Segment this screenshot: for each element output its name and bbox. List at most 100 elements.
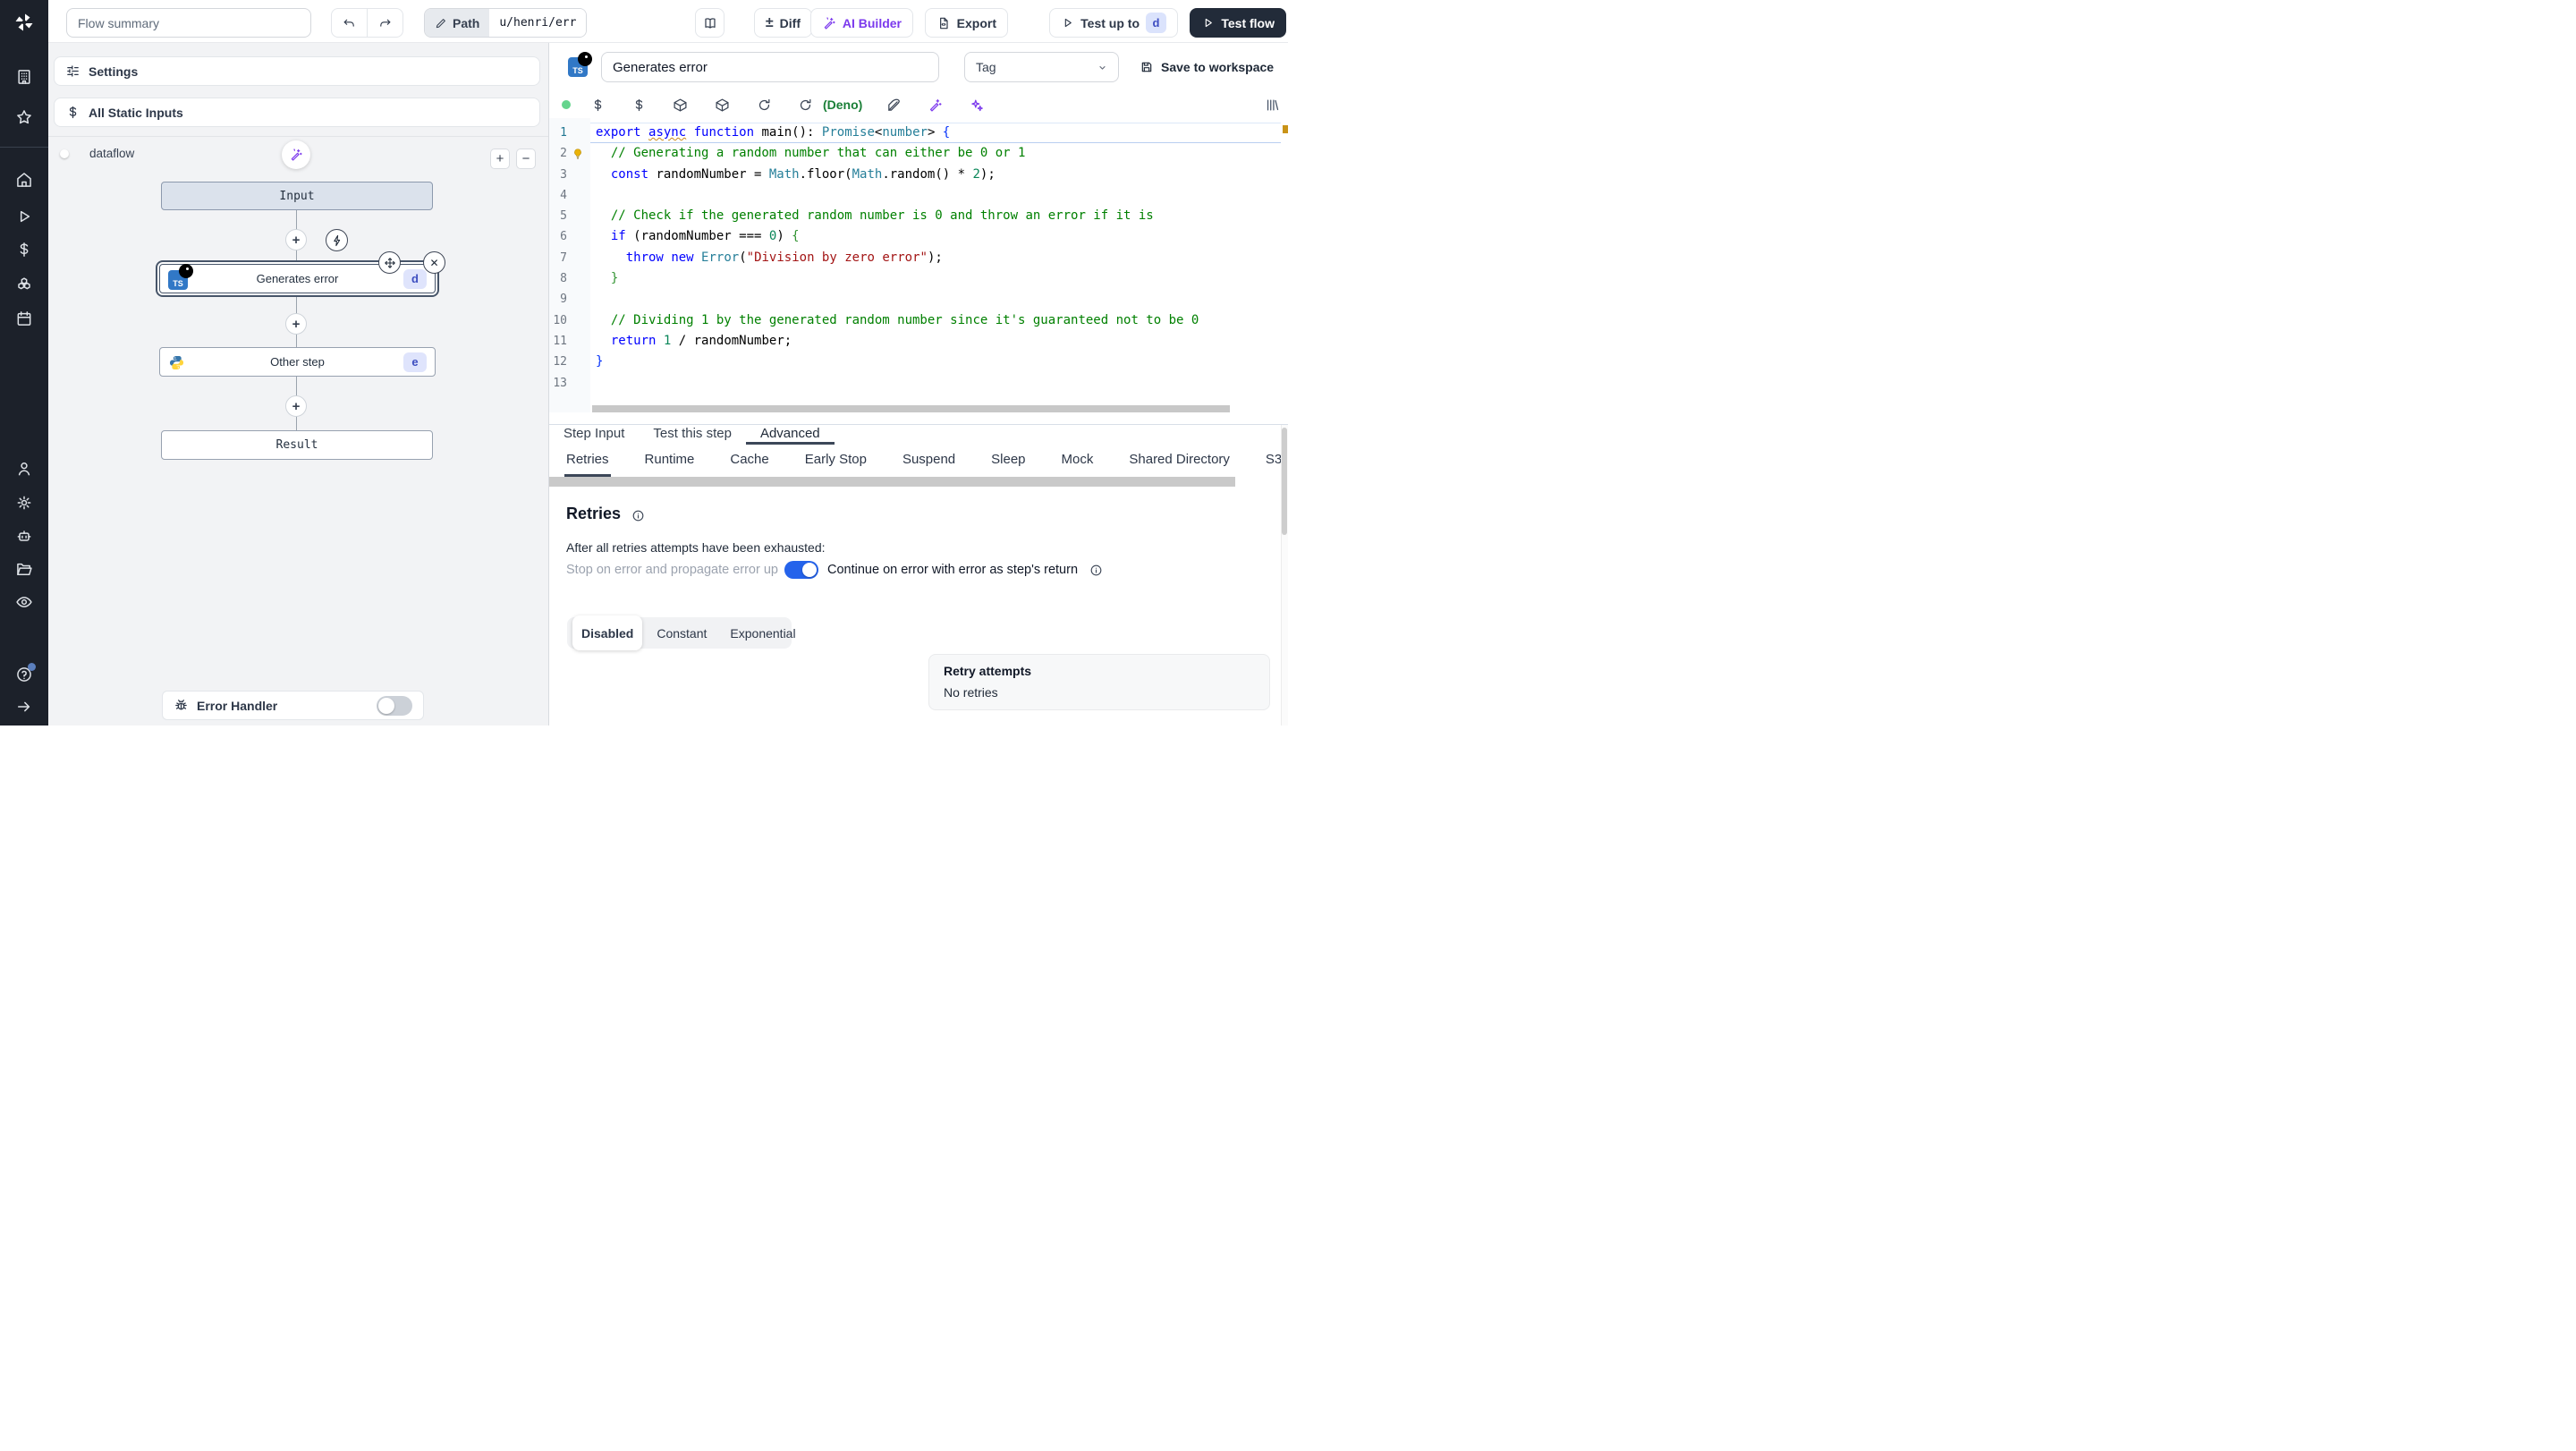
dollar-var-icon[interactable] bbox=[590, 98, 606, 113]
settings-gear-icon[interactable] bbox=[15, 494, 33, 512]
ai-flow-wand-button[interactable] bbox=[282, 140, 310, 169]
dollar-icon bbox=[69, 106, 77, 119]
resources-cubes-icon[interactable] bbox=[15, 275, 33, 293]
deno-runtime-label[interactable]: (Deno) bbox=[823, 98, 862, 112]
add-step-button-3[interactable]: + bbox=[285, 395, 307, 417]
retry-mode-constant[interactable]: Constant bbox=[648, 617, 716, 649]
reload-alt-icon[interactable] bbox=[798, 98, 813, 113]
export-button[interactable]: Export bbox=[924, 8, 1008, 38]
dollar-resource-icon[interactable] bbox=[631, 98, 647, 113]
code-line: // Dividing 1 by the generated random nu… bbox=[610, 312, 1199, 327]
wand-ai-icon[interactable] bbox=[928, 98, 943, 113]
workers-robot-icon[interactable] bbox=[15, 527, 33, 545]
expand-sidebar-arrow-icon[interactable] bbox=[15, 698, 33, 716]
continue-on-error-label[interactable]: Continue on error with error as step's r… bbox=[827, 563, 1078, 577]
help-icon[interactable] bbox=[15, 663, 36, 683]
info-icon[interactable] bbox=[1089, 564, 1103, 577]
delete-step-button[interactable]: ✕ bbox=[423, 251, 445, 274]
schedules-calendar-icon[interactable] bbox=[15, 310, 33, 327]
zoom-in-button[interactable]: + bbox=[490, 148, 510, 169]
workspace-icon[interactable] bbox=[15, 68, 33, 86]
redo-button[interactable] bbox=[367, 8, 403, 38]
subtabs-scrollbar[interactable] bbox=[549, 477, 1235, 487]
step1-id-badge: d bbox=[403, 268, 427, 289]
panel-vertical-scrollbar[interactable] bbox=[1281, 425, 1288, 726]
input-node-label: Input bbox=[279, 189, 315, 203]
save-to-workspace-button[interactable]: Save to workspace bbox=[1140, 55, 1274, 80]
library-icon[interactable] bbox=[1265, 98, 1280, 113]
subtab-runtime[interactable]: Runtime bbox=[643, 445, 697, 477]
runs-play-icon[interactable] bbox=[15, 208, 33, 225]
line-number: 5 bbox=[560, 209, 567, 224]
continue-on-error-toggle[interactable] bbox=[784, 561, 818, 579]
add-step-button-2[interactable]: + bbox=[285, 313, 307, 335]
subtab-shared-directory[interactable]: Shared Directory bbox=[1127, 445, 1232, 477]
editor-horizontal-scrollbar[interactable] bbox=[592, 405, 1230, 412]
retry-mode-disabled[interactable]: Disabled bbox=[572, 615, 643, 650]
path-segment[interactable]: Path bbox=[425, 9, 490, 37]
reload-icon[interactable] bbox=[757, 98, 772, 113]
subtab-early-stop[interactable]: Early Stop bbox=[803, 445, 869, 477]
tag-select[interactable]: Tag bbox=[964, 52, 1119, 82]
error-handler-toggle[interactable] bbox=[377, 695, 412, 716]
close-icon: ✕ bbox=[429, 256, 439, 269]
favorites-star-icon[interactable] bbox=[15, 108, 33, 126]
retry-mode-segmented-control: Disabled Constant Exponential bbox=[567, 615, 796, 650]
zoom-out-button[interactable]: − bbox=[516, 148, 536, 169]
subtab-retries[interactable]: Retries bbox=[564, 445, 611, 477]
flow-node-result[interactable]: Result bbox=[161, 430, 433, 460]
all-static-inputs-row[interactable]: All Static Inputs bbox=[54, 98, 540, 127]
subtab-mock[interactable]: Mock bbox=[1060, 445, 1096, 477]
warning-overview-marker bbox=[1283, 125, 1288, 133]
docs-button[interactable] bbox=[695, 8, 724, 38]
stop-on-error-label[interactable]: Stop on error and propagate error up bbox=[566, 563, 778, 577]
toggle-knob bbox=[802, 563, 817, 577]
subtab-sleep[interactable]: Sleep bbox=[989, 445, 1027, 477]
folders-icon[interactable] bbox=[15, 560, 33, 578]
code-editor[interactable]: 1 2 3 4 5 6 7 8 9 10 11 12 13 export async function … bbox=[549, 118, 1288, 412]
error-handler-row[interactable]: Error Handler bbox=[162, 691, 424, 720]
path-value[interactable]: u/henri/err bbox=[489, 9, 587, 37]
diff-button[interactable]: ± Diff bbox=[753, 8, 812, 38]
zap-icon bbox=[333, 234, 340, 246]
package-icon[interactable] bbox=[673, 98, 688, 113]
tab-test-this-step[interactable]: Test this step bbox=[639, 425, 746, 445]
add-step-button-1[interactable]: + bbox=[285, 229, 307, 250]
step-name-input[interactable] bbox=[601, 52, 939, 82]
subtab-cache[interactable]: Cache bbox=[728, 445, 770, 477]
flow-node-other-step[interactable]: Other step e bbox=[159, 347, 436, 377]
feather-format-icon[interactable] bbox=[886, 98, 902, 113]
user-icon[interactable] bbox=[15, 460, 33, 478]
deno-icon bbox=[578, 52, 592, 66]
flow-node-input[interactable]: Input bbox=[161, 182, 433, 210]
flow-summary-input[interactable] bbox=[66, 8, 311, 38]
sparkles-ai-icon[interactable] bbox=[969, 98, 984, 113]
audit-eye-icon[interactable] bbox=[15, 593, 33, 611]
tab-step-input[interactable]: Step Input bbox=[549, 425, 639, 445]
redo-icon bbox=[380, 19, 391, 27]
green-status-dot bbox=[562, 100, 571, 109]
test-flow-button[interactable]: Test flow bbox=[1190, 8, 1286, 38]
ai-builder-button[interactable]: AI Builder bbox=[809, 8, 913, 38]
retry-mode-exponential[interactable]: Exponential bbox=[721, 617, 804, 649]
scrollbar-thumb[interactable] bbox=[1282, 428, 1287, 535]
plus-minus-icon: ± bbox=[765, 14, 774, 30]
tab-advanced[interactable]: Advanced bbox=[745, 425, 835, 445]
windmill-logo-icon[interactable] bbox=[13, 12, 35, 33]
path-button[interactable]: Path u/henri/err bbox=[424, 8, 588, 38]
package-alt-icon[interactable] bbox=[715, 98, 730, 113]
flow-settings-row[interactable]: Settings bbox=[54, 56, 540, 86]
code-content[interactable]: export async function main(): Promise<nu… bbox=[596, 123, 1279, 394]
move-step-button[interactable] bbox=[378, 251, 401, 274]
subtab-suspend[interactable]: Suspend bbox=[901, 445, 957, 477]
export-label: Export bbox=[956, 15, 996, 30]
trigger-zap-button[interactable] bbox=[326, 229, 348, 251]
lightbulb-icon[interactable] bbox=[572, 148, 584, 160]
info-icon[interactable] bbox=[631, 509, 645, 522]
variables-dollar-icon[interactable] bbox=[15, 241, 33, 259]
home-icon[interactable] bbox=[15, 171, 33, 189]
undo-button[interactable] bbox=[331, 8, 368, 38]
test-up-to-step-badge[interactable]: d bbox=[1146, 13, 1166, 33]
test-up-to-button[interactable]: Test up to d bbox=[1049, 8, 1178, 38]
